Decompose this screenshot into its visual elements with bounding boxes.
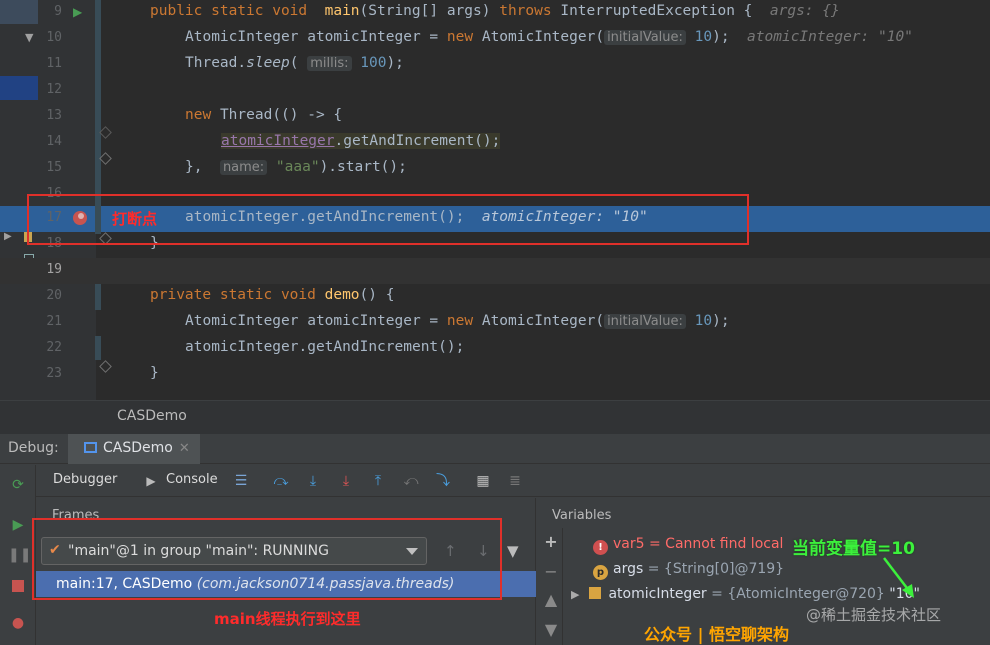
line-number: 19 [46, 262, 62, 277]
show-execution-point-icon[interactable]: ☰ [230, 471, 252, 491]
vcs-change-marker[interactable] [95, 284, 101, 310]
error-icon: ! [593, 540, 608, 555]
code-text: AtomicInteger atomicInteger = new Atomic… [185, 313, 730, 329]
line-number: 15 [46, 160, 62, 175]
debugger-toolbar: Debugger ▶ Console ☰ ⤼ ⤓ ⤓ ⤒ ⤺ ⤵ ▦ ≣ [36, 465, 990, 497]
frames-pane: Frames ✔ "main"@1 in group "main": RUNNI… [32, 498, 536, 645]
code-text: }, name: "aaa").start(); [185, 159, 407, 175]
line-number: 20 [46, 288, 62, 303]
run-arrow-icon[interactable]: ▶ [73, 5, 82, 19]
code-line-21[interactable]: 21 AtomicInteger atomicInteger = new Ato… [0, 310, 990, 336]
code-text: Thread.sleep( millis: 100); [185, 55, 404, 71]
line-number: 11 [46, 56, 62, 71]
field-icon [589, 587, 602, 599]
variable-row-var5[interactable]: ! var5 = Cannot find local [593, 536, 783, 555]
trace-icon[interactable]: ≣ [504, 471, 526, 491]
filter-icon[interactable]: ▼ [507, 542, 519, 560]
watermark-publisher: 公众号 | 悟空聊架构 [644, 625, 789, 644]
code-line-9[interactable]: 9 public static void main(String[] args)… [0, 0, 990, 26]
pause-icon[interactable]: ❚❚ [8, 545, 31, 565]
frames-annotation-label: main线程执行到这里 [214, 610, 361, 628]
code-line-19[interactable]: 19 [0, 258, 990, 284]
stop-icon[interactable] [8, 578, 28, 598]
code-text: atomicInteger.getAndIncrement(); [185, 339, 465, 355]
move-up-icon[interactable]: ▲ [543, 590, 559, 609]
code-line-20[interactable]: 20 private static void demo() { [0, 284, 990, 310]
debug-title: Debug: [8, 440, 59, 456]
code-line-11[interactable]: 11 Thread.sleep( millis: 100); [0, 52, 990, 78]
move-down-icon[interactable]: ▼ [543, 620, 559, 639]
breadcrumb-class[interactable]: CASDemo [117, 408, 187, 424]
view-breakpoints-icon[interactable]: ● [8, 613, 28, 633]
console-icon: ▶ [146, 474, 156, 488]
remove-watch-icon[interactable]: − [543, 562, 559, 581]
step-over-icon[interactable]: ⤼ [270, 471, 292, 491]
code-line-15[interactable]: 15 }, name: "aaa").start(); [0, 156, 990, 182]
rerun-icon[interactable]: ⟳ [8, 475, 28, 495]
variables-header: Variables [552, 508, 612, 523]
line-number: 13 [46, 108, 62, 123]
expand-icon[interactable]: ▶ [571, 588, 579, 601]
parameter-icon: p [593, 565, 608, 580]
watermark-site: @稀土掘金技术社区 [806, 606, 942, 624]
code-text: atomicInteger.getAndIncrement(); [221, 133, 501, 149]
drop-frame-icon[interactable]: ⤺ [400, 471, 422, 491]
tab-debugger[interactable]: Debugger [53, 472, 117, 487]
code-line-12[interactable]: 12 [0, 78, 990, 104]
code-text: } [150, 365, 159, 381]
debug-session-tab[interactable]: CASDemo ✕ [68, 434, 200, 464]
code-text: public static void main(String[] args) t… [150, 3, 840, 19]
step-into-icon[interactable]: ⤓ [302, 471, 324, 491]
code-line-23[interactable]: 23 } [0, 362, 990, 388]
code-text: new Thread(() -> { [185, 107, 343, 123]
vcs-change-marker[interactable] [95, 336, 101, 360]
session-tab-label: CASDemo [103, 440, 173, 456]
add-watch-icon[interactable]: + [543, 532, 559, 551]
code-line-10[interactable]: 10 AtomicInteger atomicInteger = new Ato… [0, 26, 990, 52]
force-step-into-icon[interactable]: ⤓ [335, 471, 357, 491]
session-icon [84, 442, 97, 453]
code-text: private static void demo() { [150, 287, 395, 303]
code-text: AtomicInteger atomicInteger = new Atomic… [185, 29, 913, 45]
tab-console[interactable]: Console [166, 472, 218, 487]
run-to-cursor-icon[interactable]: ⤵ [432, 471, 454, 491]
line-number: 9 [54, 4, 62, 19]
breakpoint-annotation-label: 打断点 [112, 210, 158, 228]
code-editor[interactable]: ▼ ▶ 9 public static void main(String[] a… [0, 0, 990, 400]
line-number: 14 [46, 134, 62, 149]
frames-annotation-box [32, 518, 502, 600]
line-number: 22 [46, 340, 62, 355]
code-line-22[interactable]: 22 atomicInteger.getAndIncrement(); [0, 336, 990, 362]
variables-toolbar: + − ▲ ▼ [537, 528, 563, 645]
close-icon[interactable]: ✕ [179, 441, 190, 456]
line-number: 21 [46, 314, 62, 329]
code-line-14[interactable]: 14 atomicInteger.getAndIncrement(); [0, 130, 990, 156]
step-out-icon[interactable]: ⤒ [367, 471, 389, 491]
evaluate-icon[interactable]: ▦ [472, 471, 494, 491]
variable-row-args[interactable]: p args = {String[0]@719} [593, 561, 784, 580]
line-number: 10 [46, 30, 62, 45]
annotation-arrow-icon [883, 557, 914, 598]
debug-title-bar: Debug: CASDemo ✕ [0, 434, 990, 464]
debug-side-toolbar: ⟳ ▶ ❚❚ ● [0, 465, 36, 645]
line-number: 12 [46, 82, 62, 97]
line-number: 23 [46, 366, 62, 381]
resume-icon[interactable]: ▶ [8, 515, 28, 535]
breadcrumb: CASDemo [0, 400, 990, 434]
variable-row-atomicinteger[interactable]: ▶ atomicInteger = {AtomicInteger@720} "10… [571, 586, 920, 602]
code-line-13[interactable]: 13 new Thread(() -> { [0, 104, 990, 130]
